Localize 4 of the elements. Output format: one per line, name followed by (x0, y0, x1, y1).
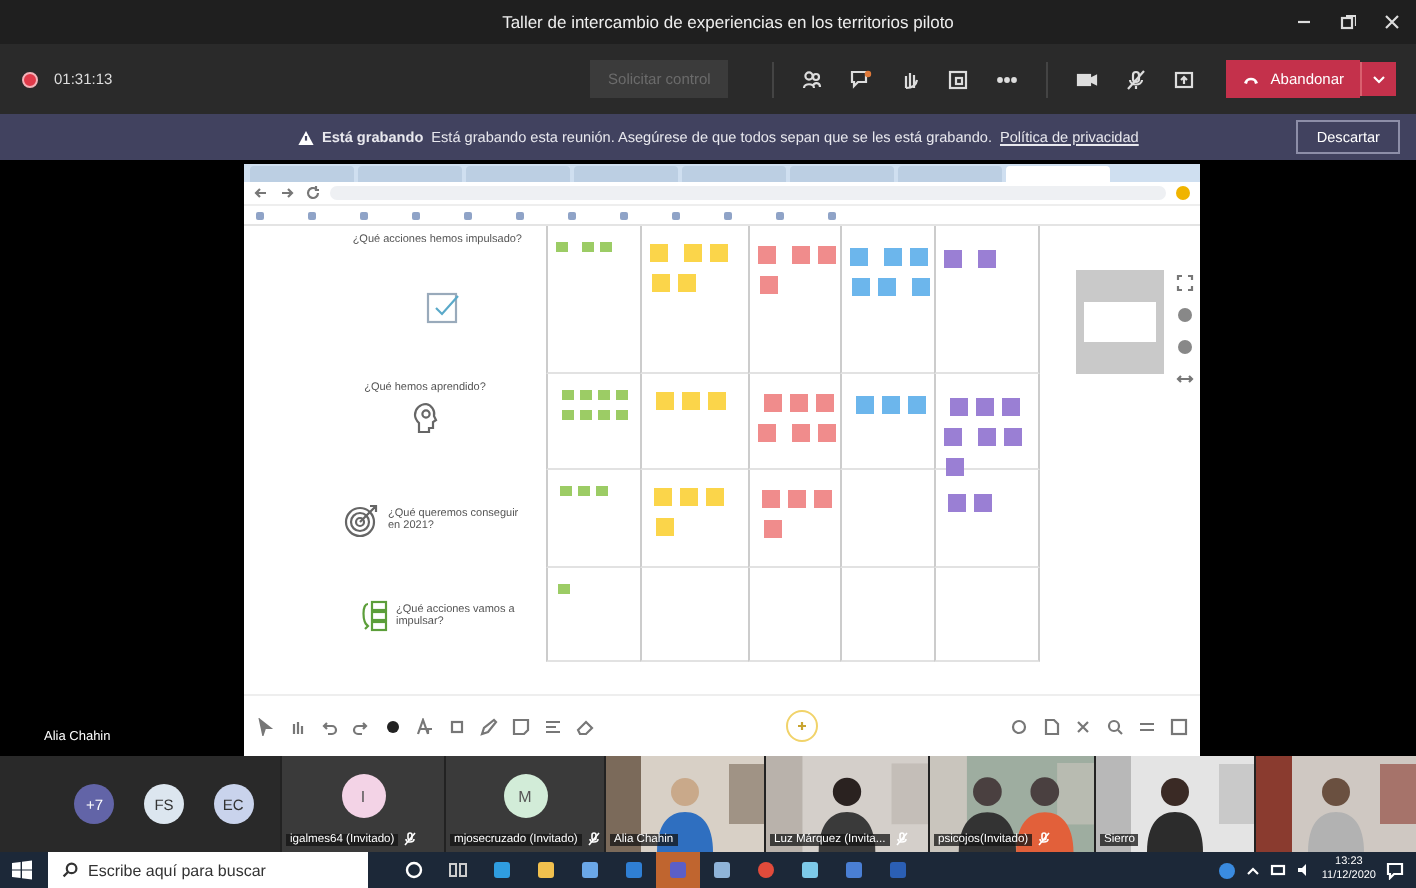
avatar: M (503, 774, 547, 818)
avatar: I (341, 774, 385, 818)
window-title: Taller de intercambio de experiencias en los territorios piloto (500, 12, 956, 32)
search-field[interactable]: Escribe aquí para buscar (48, 852, 368, 888)
